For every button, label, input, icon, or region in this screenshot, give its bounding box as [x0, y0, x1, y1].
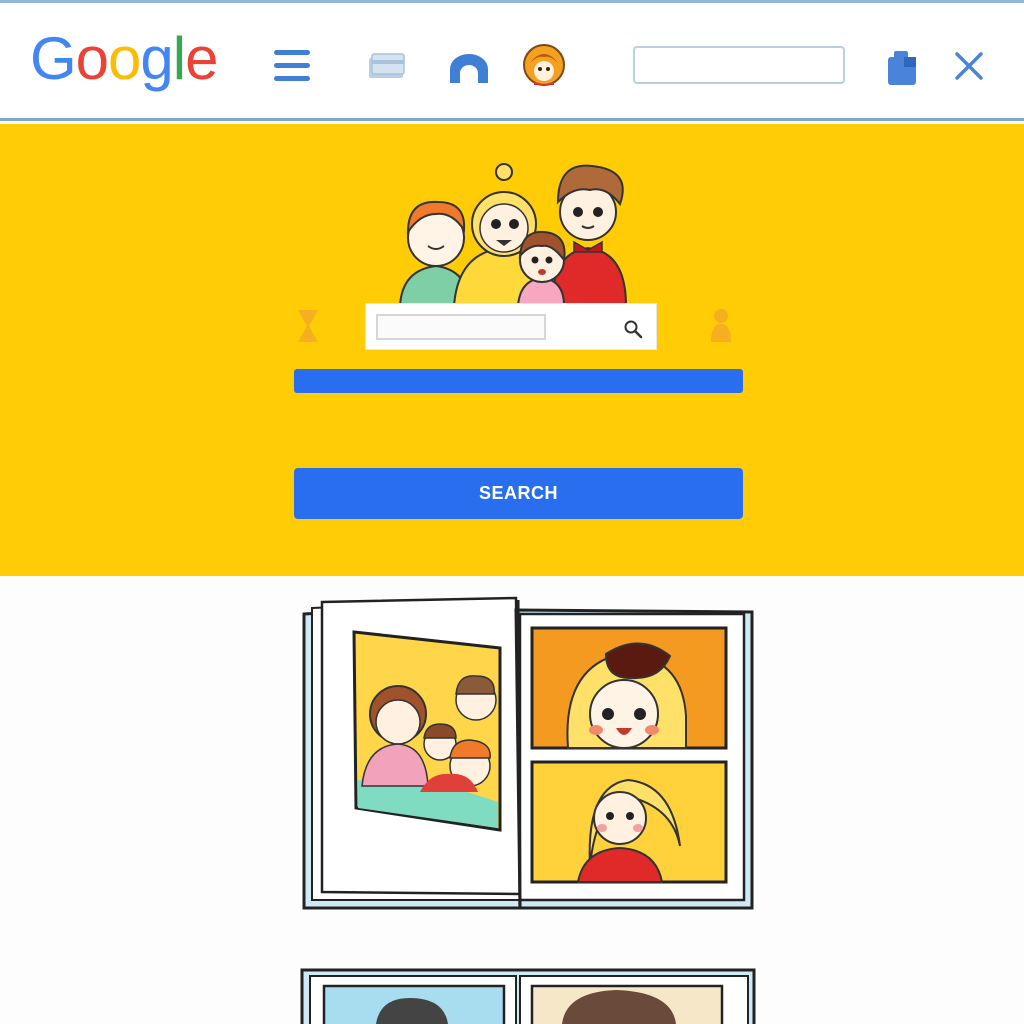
logo-letter: e — [185, 25, 218, 92]
hero-search-box — [365, 303, 657, 350]
left-ornament-icon — [298, 310, 318, 342]
arch-icon[interactable] — [448, 51, 490, 85]
hero-banner: SEARCH — [0, 124, 1024, 576]
family-illustration — [398, 163, 628, 306]
page: Google SEARCH — [0, 0, 1024, 1024]
card-icon[interactable] — [366, 49, 408, 83]
logo-letter: g — [140, 25, 173, 92]
header-bar: Google — [0, 3, 1024, 121]
thin-blue-bar-button[interactable] — [294, 369, 743, 393]
photo-album-illustration — [302, 596, 754, 910]
avatar-icon[interactable] — [520, 41, 568, 89]
hero-search-input[interactable] — [376, 314, 546, 340]
bag-icon[interactable] — [884, 47, 920, 87]
search-button[interactable]: SEARCH — [294, 468, 743, 519]
header-search-input[interactable] — [633, 46, 845, 84]
photo-album-illustration-2 — [300, 968, 756, 1024]
search-icon[interactable] — [622, 318, 644, 340]
logo-letter: o — [75, 25, 109, 92]
logo-letter: o — [108, 25, 141, 92]
right-ornament-icon — [711, 309, 731, 342]
menu-icon[interactable] — [270, 45, 314, 85]
google-logo[interactable]: Google — [30, 25, 219, 92]
logo-letter: l — [172, 25, 186, 92]
close-icon[interactable] — [950, 47, 988, 85]
logo-letter: G — [30, 25, 77, 92]
